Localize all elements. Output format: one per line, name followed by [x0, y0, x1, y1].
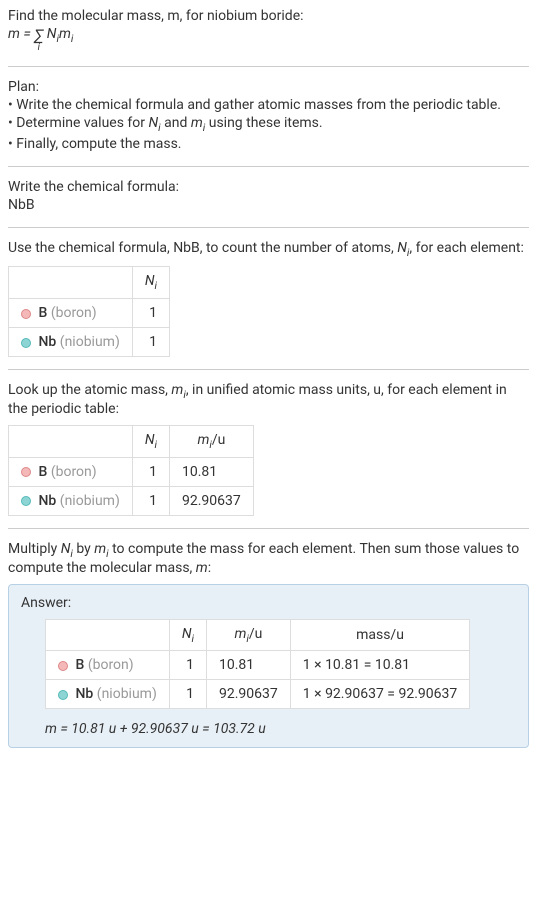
- niobium-dot-icon: [21, 496, 31, 506]
- n-value: 1: [169, 651, 206, 680]
- table-row: Nb (niobium) 1: [9, 328, 170, 357]
- element-symbol: Nb: [75, 686, 93, 702]
- plan-title: Plan:: [8, 79, 529, 95]
- element-symbol: Nb: [38, 493, 56, 509]
- niobium-dot-icon: [58, 690, 68, 700]
- element-symbol: B: [38, 305, 47, 321]
- table-row: Nb (niobium) 1 92.90637 1 × 92.90637 = 9…: [46, 680, 470, 709]
- answer-result: m = 10.81 u + 92.90637 u = 103.72 u: [45, 721, 516, 737]
- section-atomic-mass: Look up the atomic mass, mi, in unified …: [8, 382, 529, 529]
- plan-bullet-1: • Write the chemical formula and gather …: [8, 97, 529, 113]
- mass-formula: m = ∑i Nimi: [8, 26, 529, 52]
- answer-box: Answer: Ni mi/u mass/u B (boron) 1 10.81…: [8, 584, 529, 749]
- table-row: B (boron) 1 10.81: [9, 457, 254, 486]
- plan-bullet-3: • Finally, compute the mass.: [8, 136, 529, 152]
- element-symbol: Nb: [38, 334, 56, 350]
- element-cell: B (boron): [9, 299, 133, 328]
- header-empty: [9, 426, 133, 458]
- n-value: 1: [169, 680, 206, 709]
- mass-value: 1 × 92.90637 = 92.90637: [290, 680, 469, 709]
- element-name: (boron): [51, 305, 97, 321]
- chem-formula-title: Write the chemical formula:: [8, 179, 529, 195]
- table-row: Nb (niobium) 1 92.90637: [9, 486, 254, 515]
- boron-dot-icon: [21, 467, 31, 477]
- element-cell: Nb (niobium): [9, 328, 133, 357]
- section-compute: Multiply Ni by mi to compute the mass fo…: [8, 541, 529, 761]
- boron-dot-icon: [21, 309, 31, 319]
- intro-text: Find the molecular mass, m, for niobium …: [8, 8, 529, 24]
- plan-bullet-2: • Determine values for Ni and mi using t…: [8, 115, 529, 134]
- m-value: 92.90637: [170, 486, 254, 515]
- mass-table: Ni mi/u B (boron) 1 10.81 Nb (niobium) 1…: [8, 425, 254, 516]
- header-n: Ni: [132, 426, 169, 458]
- element-cell: B (boron): [46, 651, 170, 680]
- n-value: 1: [132, 328, 169, 357]
- header-mass: mass/u: [290, 619, 469, 651]
- count-intro: Use the chemical formula, NbB, to count …: [8, 240, 529, 259]
- element-name: (boron): [51, 464, 97, 480]
- section-intro: Find the molecular mass, m, for niobium …: [8, 8, 529, 67]
- table-header-row: Ni: [9, 267, 170, 299]
- n-value: 1: [132, 299, 169, 328]
- mass-value: 1 × 10.81 = 10.81: [290, 651, 469, 680]
- section-chemical-formula: Write the chemical formula: NbB: [8, 179, 529, 228]
- m-value: 10.81: [207, 651, 291, 680]
- element-cell: Nb (niobium): [9, 486, 133, 515]
- answer-label: Answer:: [21, 595, 516, 611]
- n-value: 1: [132, 486, 169, 515]
- element-cell: Nb (niobium): [46, 680, 170, 709]
- header-n: Ni: [169, 619, 206, 651]
- table-header-row: Ni mi/u mass/u: [46, 619, 470, 651]
- answer-table: Ni mi/u mass/u B (boron) 1 10.81 1 × 10.…: [45, 619, 470, 710]
- header-n: Ni: [132, 267, 169, 299]
- n-value: 1: [132, 457, 169, 486]
- niobium-dot-icon: [21, 338, 31, 348]
- mass-intro: Look up the atomic mass, mi, in unified …: [8, 382, 529, 417]
- section-count-atoms: Use the chemical formula, NbB, to count …: [8, 240, 529, 371]
- element-symbol: B: [38, 464, 47, 480]
- element-name: (niobium): [60, 493, 120, 509]
- m-value: 92.90637: [207, 680, 291, 709]
- chem-formula-value: NbB: [8, 197, 529, 213]
- compute-intro: Multiply Ni by mi to compute the mass fo…: [8, 541, 529, 576]
- header-m: mi/u: [170, 426, 254, 458]
- section-plan: Plan: • Write the chemical formula and g…: [8, 79, 529, 167]
- count-table: Ni B (boron) 1 Nb (niobium) 1: [8, 266, 170, 357]
- table-header-row: Ni mi/u: [9, 426, 254, 458]
- element-name: (boron): [88, 657, 134, 673]
- element-symbol: B: [75, 657, 84, 673]
- header-empty: [9, 267, 133, 299]
- element-name: (niobium): [97, 686, 157, 702]
- element-name: (niobium): [60, 334, 120, 350]
- element-cell: B (boron): [9, 457, 133, 486]
- boron-dot-icon: [58, 661, 68, 671]
- header-empty: [46, 619, 170, 651]
- header-m: mi/u: [207, 619, 291, 651]
- table-row: B (boron) 1: [9, 299, 170, 328]
- table-row: B (boron) 1 10.81 1 × 10.81 = 10.81: [46, 651, 470, 680]
- m-value: 10.81: [170, 457, 254, 486]
